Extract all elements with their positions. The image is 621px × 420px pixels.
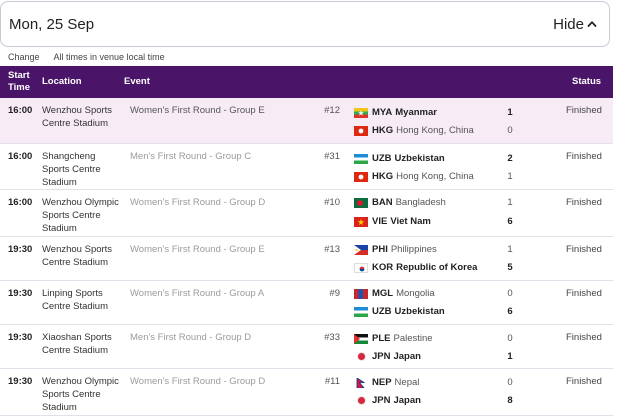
match-event[interactable]: Women's First Round - Group E <box>130 243 265 256</box>
match-status: Finished <box>566 105 602 116</box>
nep-flag-icon <box>354 377 368 388</box>
match-time: 16:00 <box>8 151 33 162</box>
score-away: 0 <box>507 125 513 136</box>
match-number: #31 <box>324 151 340 162</box>
match-time: 19:30 <box>8 288 33 299</box>
match-number: #13 <box>324 244 340 255</box>
score-away: 1 <box>507 171 513 182</box>
meta-row: Change All times in venue local time <box>8 52 165 62</box>
match-number: #10 <box>324 197 340 208</box>
ple-flag-icon <box>354 333 368 344</box>
team-home: PHI Philippines <box>354 243 437 256</box>
header-event: Event <box>124 76 150 87</box>
header-location: Location <box>42 76 82 87</box>
match-row[interactable]: 19:30 Xiaoshan Sports Centre Stadium Men… <box>0 325 613 369</box>
match-time: 19:30 <box>8 376 33 387</box>
match-event[interactable]: Women's First Round - Group E <box>130 104 265 117</box>
hkg-flag-icon <box>354 171 368 182</box>
uzb-flag-icon <box>354 153 368 164</box>
match-status: Finished <box>566 244 602 255</box>
team-away: VIE Viet Nam <box>354 215 431 228</box>
match-location: Wenzhou Sports Centre Stadium <box>42 244 113 268</box>
score-away: 5 <box>507 262 513 273</box>
vie-flag-icon <box>354 216 368 227</box>
match-location: Linping Sports Centre Stadium <box>42 288 109 312</box>
match-time: 16:00 <box>8 197 33 208</box>
team-away: KOR Republic of Korea <box>354 261 477 274</box>
team-home: BAN Bangladesh <box>354 196 446 209</box>
match-status: Finished <box>566 332 602 343</box>
jpn-flag-icon <box>357 352 366 361</box>
date-label: Mon, 25 Sep <box>9 15 95 33</box>
match-event[interactable]: Women's First Round - Group D <box>130 375 265 388</box>
mgl-flag-icon <box>354 288 368 299</box>
kor-flag-icon <box>354 262 368 273</box>
match-row[interactable]: 16:00 Wenzhou Sports Centre Stadium Wome… <box>0 98 613 144</box>
match-row[interactable]: 19:30 Wenzhou Sports Centre Stadium Wome… <box>0 237 613 281</box>
table-header: Start Time Location Event Status <box>0 66 613 98</box>
score-away: 8 <box>507 395 513 406</box>
team-away: HKG Hong Kong, China <box>354 170 474 183</box>
match-number: #9 <box>329 288 340 299</box>
match-time: 16:00 <box>8 105 33 116</box>
match-location: Xiaoshan Sports Centre Stadium <box>42 332 112 356</box>
team-home: MGL Mongolia <box>354 287 435 300</box>
team-home: MYA Myanmar <box>354 106 437 119</box>
match-status: Finished <box>566 288 602 299</box>
header-start-time: Start Time <box>8 70 31 93</box>
match-row[interactable]: 19:30 Wenzhou Olympic Sports Centre Stad… <box>0 369 613 416</box>
team-home: PLE Palestine <box>354 332 433 345</box>
score-home: 0 <box>507 377 513 388</box>
change-link[interactable]: Change <box>8 52 40 62</box>
team-away: UZB Uzbekistan <box>354 305 445 318</box>
match-location: Wenzhou Sports Centre Stadium <box>42 105 113 129</box>
score-home: 2 <box>507 153 513 164</box>
team-away: JPN Japan <box>354 350 421 363</box>
match-location: Shangcheng Sports Centre Stadium <box>42 151 101 188</box>
match-time: 19:30 <box>8 244 33 255</box>
score-home: 0 <box>507 333 513 344</box>
match-time: 19:30 <box>8 332 33 343</box>
match-row[interactable]: 16:00 Shangcheng Sports Centre Stadium M… <box>0 144 613 190</box>
match-number: #12 <box>324 105 340 116</box>
jpn-flag-icon <box>357 396 366 405</box>
ban-flag-icon <box>354 197 368 208</box>
match-row[interactable]: 16:00 Wenzhou Olympic Sports Centre Stad… <box>0 190 613 237</box>
team-home: NEP Nepal <box>354 376 419 389</box>
match-location: Wenzhou Olympic Sports Centre Stadium <box>42 376 119 413</box>
score-home: 1 <box>507 107 513 118</box>
score-home: 0 <box>507 288 513 299</box>
mya-flag-icon <box>354 107 368 118</box>
match-event[interactable]: Men's First Round - Group C <box>130 150 251 163</box>
hide-toggle-button[interactable]: Hide <box>553 16 597 33</box>
match-number: #33 <box>324 332 340 343</box>
score-home: 1 <box>507 197 513 208</box>
team-away: JPN Japan <box>354 394 421 407</box>
match-row[interactable]: 19:30 Linping Sports Centre Stadium Wome… <box>0 281 613 325</box>
date-bar: Mon, 25 Sep Hide <box>0 1 610 47</box>
phi-flag-icon <box>354 244 368 255</box>
match-status: Finished <box>566 151 602 162</box>
timezone-note: All times in venue local time <box>53 52 165 62</box>
match-number: #11 <box>324 376 340 387</box>
uzb-flag-icon <box>354 306 368 317</box>
match-status: Finished <box>566 197 602 208</box>
hide-toggle-label: Hide <box>553 15 584 33</box>
match-event[interactable]: Women's First Round - Group A <box>130 287 264 300</box>
score-away: 6 <box>507 216 513 227</box>
match-status: Finished <box>566 376 602 387</box>
score-away: 1 <box>507 351 513 362</box>
hkg-flag-icon <box>354 125 368 136</box>
match-event[interactable]: Women's First Round - Group D <box>130 196 265 209</box>
team-away: HKG Hong Kong, China <box>354 124 474 137</box>
header-status: Status <box>572 76 602 87</box>
match-location: Wenzhou Olympic Sports Centre Stadium <box>42 197 119 234</box>
score-home: 1 <box>507 244 513 255</box>
score-away: 6 <box>507 306 513 317</box>
match-event[interactable]: Men's First Round - Group D <box>130 331 251 344</box>
chevron-up-icon <box>587 21 597 27</box>
team-home: UZB Uzbekistan <box>354 152 445 165</box>
